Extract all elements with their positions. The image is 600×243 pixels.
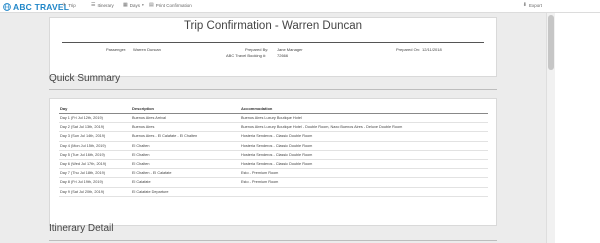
nav-days[interactable]: ▦ Days ▾ — [123, 2, 144, 8]
description-cell: El Chalten — [131, 150, 240, 160]
nav-print-confirmation[interactable]: ▤ Print Confirmation — [149, 2, 192, 8]
accommodation-cell: Buenos Aires Luxury Boutique Hotel — [240, 113, 488, 124]
day-cell: Day 5 (Tue Jul 16th, 2019) — [59, 150, 131, 160]
plane-icon: ✈ — [62, 2, 67, 8]
quick-summary-divider — [49, 89, 497, 90]
accommodation-cell: Hosteria Senderos - Classic Double Room — [240, 131, 488, 142]
accommodation-cell: Esto - Premium Room — [240, 177, 488, 188]
caret-down-icon: ▾ — [142, 3, 144, 7]
nav-itinerary[interactable]: ☰ Itinerary — [91, 2, 114, 8]
main-content: Trip Confirmation - Warren Duncan Passen… — [0, 13, 546, 243]
accommodation-cell — [240, 187, 488, 197]
day-cell: Day 8 (Fri Jul 19th, 2019) — [59, 177, 131, 188]
table-row: Day 8 (Fri Jul 19th, 2019) El Calafate E… — [59, 177, 488, 188]
table-row: Day 5 (Tue Jul 16th, 2019) El Chalten Ho… — [59, 150, 488, 160]
title-divider — [62, 42, 484, 43]
description-cell: Buenos Aires - El Calafate - El Chalten — [131, 131, 240, 142]
table-row: Day 1 (Fri Jul 12th, 2019) Buenos Aires … — [59, 113, 488, 124]
column-header-accommodation: Accommodation — [240, 104, 488, 114]
brand-logo[interactable]: ABC TRAVEL — [3, 1, 69, 12]
page-title: Trip Confirmation - Warren Duncan — [183, 20, 363, 32]
description-cell: Buenos Aires — [131, 122, 240, 133]
quick-summary-table: Day Description Accommodation Day 1 (Fri… — [59, 104, 488, 197]
column-header-day: Day — [59, 104, 131, 114]
globe-icon — [3, 2, 11, 11]
description-cell: El Chalten — [131, 141, 240, 151]
prepared-by-label: Prepared By: — [245, 47, 269, 52]
description-cell: El Calafate — [131, 177, 240, 188]
table-row: Day 3 (Sun Jul 14th, 2019) Buenos Aires … — [59, 131, 488, 142]
table-row: Day 2 (Sat Jul 13th, 2019) Buenos Aires … — [59, 122, 488, 133]
day-cell: Day 1 (Fri Jul 12th, 2019) — [59, 113, 131, 124]
prepared-on-label: Prepared On: — [396, 47, 421, 52]
scrollbar-thumb[interactable] — [548, 15, 554, 70]
itinerary-detail-divider — [49, 240, 497, 241]
table-row: Day 9 (Sat Jul 20th, 2019) El Calafate D… — [59, 187, 488, 197]
brand-name: ABC TRAVEL — [13, 1, 70, 12]
table-row: Day 4 (Mon Jul 15th, 2019) El Chalten Ho… — [59, 141, 488, 151]
day-cell: Day 2 (Sat Jul 13th, 2019) — [59, 122, 131, 133]
download-icon: ⬇ — [522, 2, 527, 8]
calendar-icon: ▦ — [123, 2, 128, 8]
booking-number-value: 72666 — [277, 53, 289, 58]
passenger-label: Passenger: — [106, 47, 127, 52]
table-header-row: Day Description Accommodation — [59, 104, 488, 114]
prepared-on-value: 12/11/2018 — [422, 47, 442, 52]
right-gutter — [555, 13, 600, 243]
top-navbar: ABC TRAVEL ✈ Trip ☰ Itinerary ▦ Days ▾ ▤… — [0, 0, 600, 13]
description-cell: El Chalten - El Calafate — [131, 168, 240, 179]
table-row: Day 7 (Thu Jul 18th, 2019) El Chalten - … — [59, 168, 488, 179]
accommodation-cell: Hosteria Senderos - Classic Double Room — [240, 141, 488, 151]
accommodation-cell: Buenos Aires Luxury Boutique Hotel - Dou… — [240, 122, 488, 133]
list-icon: ☰ — [91, 2, 96, 8]
description-cell: Buenos Aires Arrival — [131, 113, 240, 124]
day-cell: Day 3 (Sun Jul 14th, 2019) — [59, 131, 131, 142]
print-icon: ▤ — [149, 2, 154, 8]
description-cell: El Calafate Departure — [131, 187, 240, 197]
booking-number-label: ABC Travel Booking #: — [226, 53, 267, 58]
accommodation-cell: Esto - Premium Room — [240, 168, 488, 179]
column-header-description: Description — [131, 104, 240, 114]
vertical-scrollbar[interactable] — [546, 13, 555, 243]
accommodation-cell: Hosteria Senderos - Classic Double Room — [240, 159, 488, 170]
table-row: Day 6 (Wed Jul 17th, 2019) El Chalten Ho… — [59, 159, 488, 170]
day-cell: Day 9 (Sat Jul 20th, 2019) — [59, 187, 131, 197]
day-cell: Day 6 (Wed Jul 17th, 2019) — [59, 159, 131, 170]
accommodation-cell: Hosteria Senderos - Classic Double Room — [240, 150, 488, 160]
quick-summary-heading: Quick Summary — [49, 73, 121, 84]
quick-summary-card: Day Description Accommodation Day 1 (Fri… — [49, 98, 497, 226]
itinerary-detail-heading: Itinerary Detail — [49, 223, 114, 234]
export-button[interactable]: ⬇ Export — [523, 2, 542, 8]
nav-trip[interactable]: ✈ Trip — [62, 2, 76, 8]
passenger-value: Warren Duncan — [133, 47, 161, 52]
trip-header-card: Trip Confirmation - Warren Duncan Passen… — [49, 17, 497, 77]
prepared-by-value: Jane Manager — [277, 47, 303, 52]
day-cell: Day 7 (Thu Jul 18th, 2019) — [59, 168, 131, 179]
day-cell: Day 4 (Mon Jul 15th, 2019) — [59, 141, 131, 151]
description-cell: El Chalten — [131, 159, 240, 170]
